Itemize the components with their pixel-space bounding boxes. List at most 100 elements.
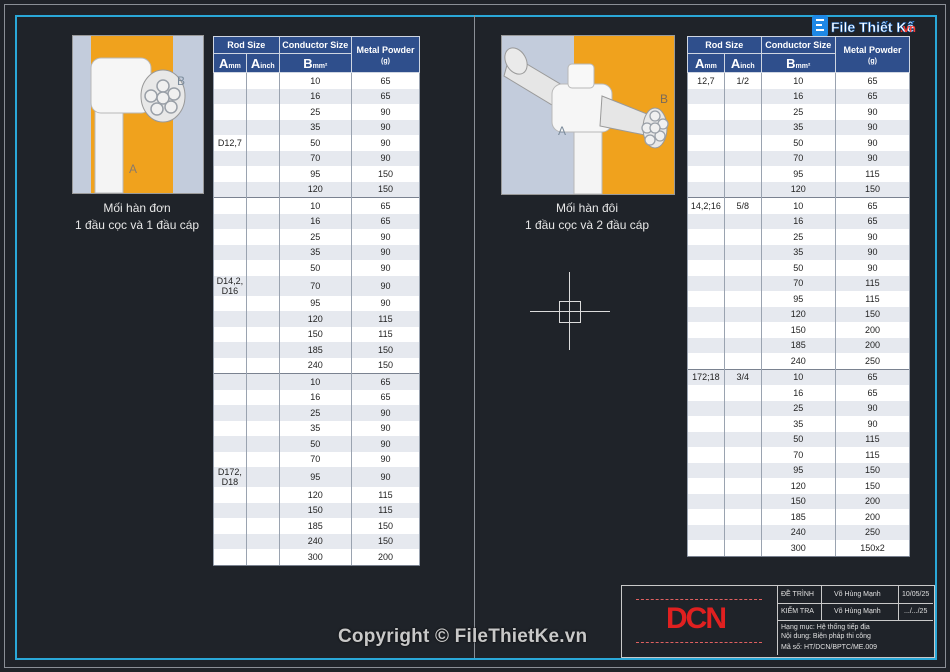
- cell-p: 65: [350, 213, 421, 229]
- table-row: 50 90: [213, 260, 421, 276]
- cell-a: [213, 502, 247, 518]
- cell-a: [213, 197, 247, 214]
- cell-i: [245, 342, 280, 358]
- table-row: 150 200: [687, 322, 911, 338]
- cell-b: 150: [278, 502, 352, 518]
- cell-a: [213, 295, 247, 311]
- cell-a: [213, 72, 247, 89]
- single-weld-table: Rod Size Conductor Size Metal Powder (g) …: [213, 36, 421, 566]
- sheet-divider: [474, 15, 475, 658]
- cell-p: 65: [834, 88, 911, 104]
- table-row: 25 90: [687, 400, 911, 416]
- table-row: 150 115: [213, 502, 421, 518]
- cell-a: [687, 135, 725, 151]
- cell-p: 65: [350, 389, 421, 405]
- cell-b: 120: [760, 181, 836, 198]
- cell-b: 70: [760, 275, 836, 291]
- cell-a: [213, 119, 247, 135]
- table-row: 95 90: [213, 295, 421, 311]
- a-inch-header: Ainch: [245, 53, 280, 73]
- cell-p: 150: [834, 181, 911, 198]
- cell-i: [723, 166, 762, 182]
- table-row: 25 90: [213, 229, 421, 245]
- cell-p: 90: [834, 135, 911, 151]
- cell-b: 50: [278, 436, 352, 452]
- cell-p: 115: [350, 326, 421, 342]
- cell-a: [687, 509, 725, 525]
- cell-b: 16: [278, 389, 352, 405]
- metal-powder-header: Metal Powder (g): [350, 36, 421, 73]
- cell-p: 65: [350, 88, 421, 104]
- cell-p: 150: [834, 462, 911, 478]
- cell-b: 120: [278, 487, 352, 503]
- copyright-watermark: Copyright © FileThietKe.vn: [338, 626, 588, 647]
- cell-b: 10: [278, 373, 352, 390]
- cell-p: 115: [350, 311, 421, 327]
- cell-p: 90: [350, 467, 421, 487]
- table-row: 120 115: [213, 311, 421, 327]
- table-row: 185 150: [213, 518, 421, 534]
- cell-b: 70: [278, 150, 352, 166]
- table-row: 240 250: [687, 353, 911, 369]
- cell-b: 16: [278, 213, 352, 229]
- table-row: 50 115: [687, 431, 911, 447]
- table-row: 35 90: [213, 420, 421, 436]
- cell-a: [687, 431, 725, 447]
- cell-b: 16: [760, 88, 836, 104]
- submit-date: 10/05/25: [902, 591, 930, 598]
- cell-a: D12,7: [213, 135, 247, 151]
- cell-b: 35: [760, 119, 836, 135]
- cell-i: [723, 462, 762, 478]
- cell-i: [723, 181, 762, 198]
- cell-p: 90: [350, 244, 421, 260]
- submit-label: ĐỀ TRÌNH: [781, 591, 814, 598]
- table-row: 70 115: [687, 447, 911, 463]
- table-row: 95 150: [213, 166, 421, 182]
- cell-a: [213, 342, 247, 358]
- cell-i: [245, 357, 280, 374]
- category-line: Hạng mục: Hệ thống tiếp địa: [781, 624, 870, 631]
- cell-a: [213, 311, 247, 327]
- cell-a: [687, 306, 725, 322]
- caption-line2: 1 đầu cọc và 1 đầu cáp: [74, 218, 200, 232]
- cell-b: 185: [278, 342, 352, 358]
- cell-p: 150: [834, 306, 911, 322]
- rod-size-header: Rod Size: [213, 36, 280, 54]
- cell-p: 150: [350, 342, 421, 358]
- cell-a: [687, 275, 725, 291]
- cell-b: 25: [760, 229, 836, 245]
- double-weld-table: Rod Size Conductor Size Metal Powder (g) …: [687, 36, 911, 557]
- cell-b: 150: [278, 326, 352, 342]
- cell-b: 70: [760, 447, 836, 463]
- cell-a: [687, 524, 725, 540]
- cell-p: 90: [834, 400, 911, 416]
- table-row: 240 150: [213, 357, 421, 374]
- cell-i: [723, 88, 762, 104]
- content-line: Nội dung: Biện pháp thi công: [781, 633, 871, 640]
- cell-b: 16: [760, 213, 836, 229]
- table-row: 240 150: [213, 533, 421, 549]
- table-row: 35 90: [687, 416, 911, 432]
- cell-i: [245, 487, 280, 503]
- cell-p: 150: [350, 533, 421, 549]
- table-row: D14,2, D16 70 90: [213, 275, 421, 296]
- cell-p: 115: [834, 447, 911, 463]
- caption-line1: Mối hàn đơn: [103, 201, 171, 215]
- cell-i: [723, 322, 762, 338]
- cell-a: 172;18: [687, 368, 725, 385]
- cell-p: 90: [350, 275, 421, 296]
- table-row: 10 65: [213, 373, 421, 390]
- label-b: B: [660, 92, 669, 106]
- cell-p: 115: [834, 166, 911, 182]
- label-b: B: [177, 74, 186, 88]
- cell-p: 150: [350, 181, 421, 198]
- cell-a: [687, 353, 725, 369]
- cell-p: 90: [350, 135, 421, 151]
- cell-b: 95: [760, 462, 836, 478]
- cell-b: 35: [760, 244, 836, 260]
- cell-b: 10: [760, 72, 836, 89]
- metal-powder-header: Metal Powder (g): [834, 36, 911, 73]
- cell-b: 25: [760, 104, 836, 120]
- table-row: 120 150: [687, 478, 911, 494]
- cell-a: [687, 322, 725, 338]
